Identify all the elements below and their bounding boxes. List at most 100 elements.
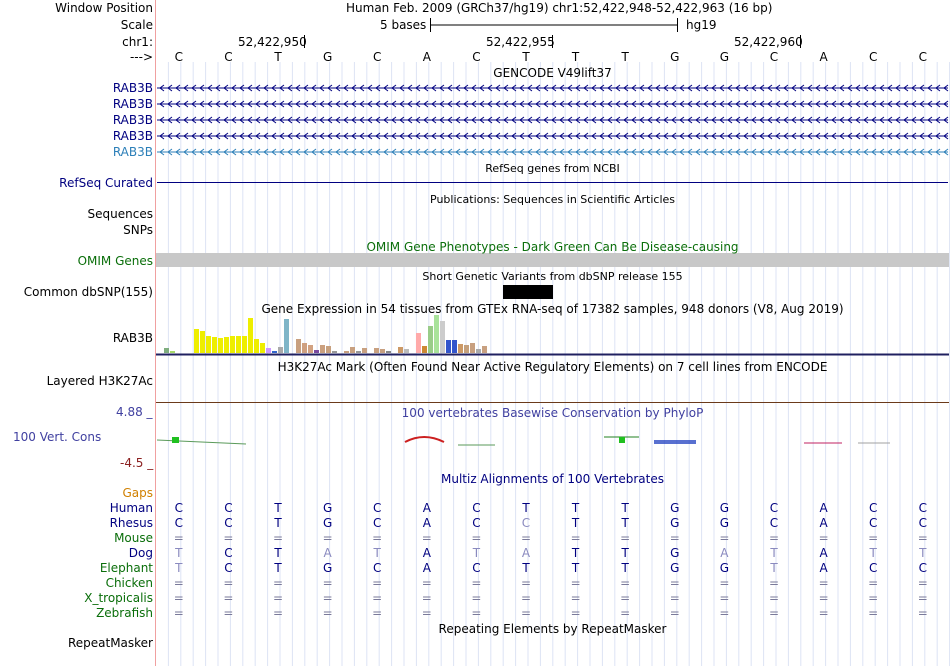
omim-label[interactable]: OMIM Genes — [78, 254, 153, 268]
phylop-signal — [156, 439, 247, 445]
species-label[interactable]: X_tropicalis — [84, 591, 153, 605]
alignment-base: = — [223, 591, 234, 605]
alignment-base: G — [719, 561, 730, 575]
alignment-base: C — [918, 516, 927, 530]
alignment-base: = — [669, 591, 680, 605]
alignment-base: G — [670, 561, 680, 575]
alignment-base: C — [224, 546, 233, 560]
alignment-base: = — [471, 606, 482, 620]
alignment-base: T — [621, 501, 629, 515]
alignment-base: T — [274, 546, 282, 560]
gtex-tissue-bar — [380, 349, 385, 353]
alignment-base: = — [520, 531, 532, 545]
base-letter: A — [819, 50, 828, 64]
alignment-base: C — [472, 516, 481, 530]
gtex-tissue-bar — [320, 345, 325, 353]
gene-label-rab3b-3[interactable]: RAB3B — [113, 113, 153, 127]
gtex-tissue-bar — [242, 336, 247, 353]
alignment-base: A — [422, 561, 431, 575]
scale-left-text: 5 bases — [380, 18, 427, 32]
alignment-base: = — [669, 606, 680, 620]
gtex-tissue-bar — [254, 339, 259, 353]
alignment-base: = — [173, 606, 184, 620]
species-label[interactable]: Mouse — [114, 531, 153, 545]
multiz-title: Multiz Alignments of 100 Vertebrates — [440, 472, 665, 486]
base-letter: C — [224, 50, 233, 64]
h3k27ac-label[interactable]: Layered H3K27Ac — [47, 374, 153, 388]
alignment-base: T — [274, 501, 282, 515]
gtex-tissue-bar — [482, 346, 487, 353]
window-position-label: Window Position — [55, 1, 153, 15]
scale-right-text: hg19 — [686, 18, 717, 32]
alignment-base: = — [570, 576, 581, 590]
position-label-2: 52,422,955 — [486, 35, 555, 49]
sequences-label[interactable]: Sequences — [88, 207, 153, 221]
gtex-tissue-bar — [212, 337, 217, 353]
base-letter: T — [274, 50, 282, 64]
alignment-base: T — [770, 561, 778, 575]
base-letter: C — [174, 50, 183, 64]
species-label[interactable]: Zebrafish — [96, 606, 153, 620]
alignment-base: = — [620, 531, 631, 545]
species-label[interactable]: Chicken — [106, 576, 153, 590]
alignment-base: = — [471, 531, 482, 545]
gene-label-rab3b-5[interactable]: RAB3B — [113, 145, 153, 159]
alignment-base: = — [719, 531, 730, 545]
gtex-title: Gene Expression in 54 tissues from GTEx … — [261, 302, 844, 316]
repeatmasker-title: Repeating Elements by RepeatMasker — [438, 622, 667, 636]
gtex-tissue-bar — [218, 338, 223, 353]
species-label[interactable]: Rhesus — [110, 516, 153, 530]
alignment-base: G — [670, 501, 680, 515]
refseq-label[interactable]: RefSeq Curated — [59, 176, 153, 190]
gtex-tissue-bar — [350, 347, 355, 353]
gtex-label[interactable]: RAB3B — [113, 331, 153, 345]
snps-label[interactable]: SNPs — [123, 223, 153, 237]
alignment-base: G — [322, 501, 333, 515]
alignment-base: = — [322, 531, 333, 545]
gaps-label: Gaps — [122, 486, 153, 500]
phylop-peak — [619, 437, 625, 443]
alignment-base: = — [768, 606, 780, 620]
alignment-base: C — [472, 561, 481, 575]
alignment-base: = — [272, 606, 284, 620]
alignment-base: = — [669, 531, 680, 545]
gene-label-rab3b-2[interactable]: RAB3B — [113, 97, 153, 111]
chrom-label: chr1: — [122, 35, 153, 49]
gtex-tissue-bar — [464, 345, 469, 353]
strand-arrow-label: ---> — [129, 50, 153, 64]
alignment-base: = — [620, 591, 631, 605]
base-letter: G — [670, 50, 680, 64]
alignment-base: C — [769, 516, 779, 530]
phylop-label[interactable]: 100 Vert. Cons — [13, 430, 101, 444]
alignment-base: = — [768, 531, 780, 545]
species-label[interactable]: Elephant — [100, 561, 153, 575]
base-letter: T — [571, 50, 580, 64]
alignment-base: A — [422, 516, 431, 530]
gtex-tissue-bar — [458, 344, 463, 353]
gtex-tissue-bar — [428, 326, 433, 353]
alignment-base: = — [917, 591, 928, 605]
repeatmasker-label[interactable]: RepeatMasker — [68, 636, 153, 650]
gene-label-rab3b-4[interactable]: RAB3B — [113, 129, 153, 143]
alignment-base: = — [868, 576, 879, 590]
gtex-tissue-bar — [386, 351, 391, 353]
alignment-base: = — [768, 576, 780, 590]
alignment-base: C — [224, 501, 233, 515]
gtex-tissue-bar — [296, 339, 301, 353]
gene-label-rab3b-1[interactable]: RAB3B — [113, 81, 153, 95]
gtex-tissue-bar — [404, 349, 409, 353]
alignment-base: C — [372, 501, 382, 515]
dbsnp-label[interactable]: Common dbSNP(155) — [24, 285, 153, 299]
alignment-base: T — [571, 501, 580, 515]
species-label[interactable]: Dog — [129, 546, 153, 560]
alignment-base: = — [719, 606, 730, 620]
gtex-tissue-bar — [470, 343, 475, 353]
alignment-base: T — [621, 561, 629, 575]
phylop-max: 4.88 _ — [116, 405, 153, 419]
alignment-base: C — [372, 516, 382, 530]
gtex-tissue-bar — [170, 351, 175, 353]
gtex-tissue-bar — [356, 351, 361, 353]
species-label[interactable]: Human — [110, 501, 153, 515]
alignment-base: G — [670, 516, 680, 530]
base-letter: G — [719, 50, 730, 64]
